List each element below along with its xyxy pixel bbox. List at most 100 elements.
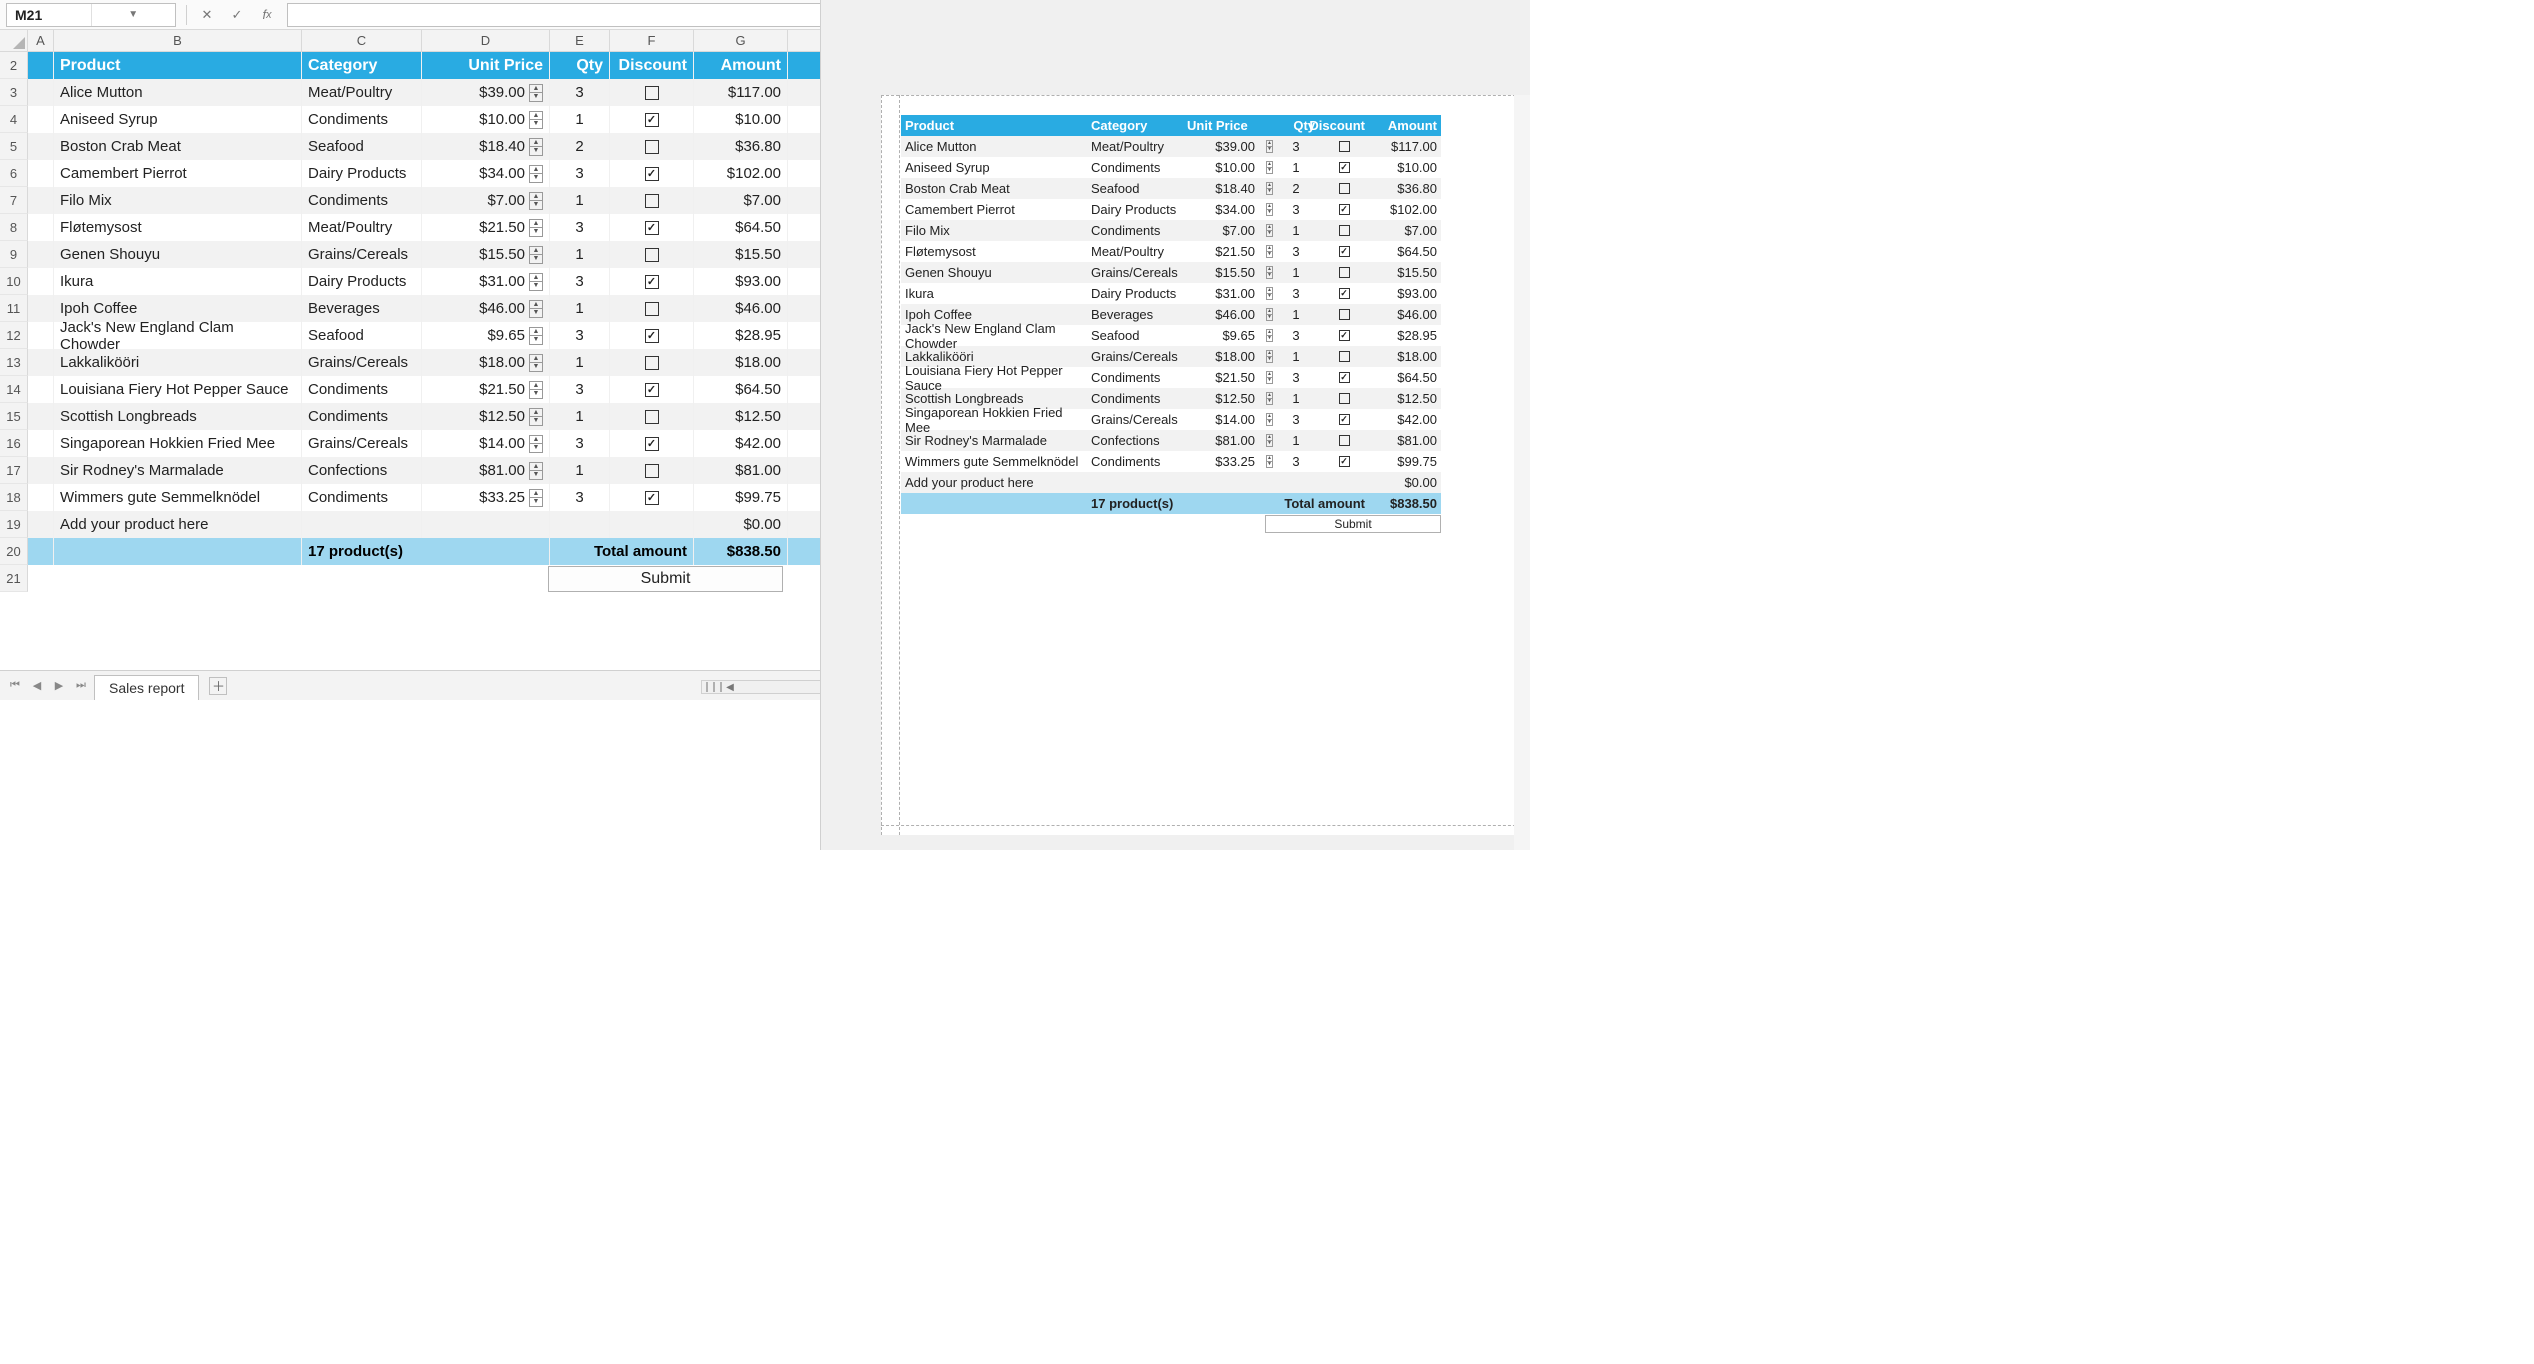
row-header[interactable]: 14 — [0, 376, 28, 403]
cell[interactable]: 3 — [550, 160, 610, 187]
scroll-left-icon[interactable]: ◀ — [723, 682, 737, 693]
cell[interactable]: $21.50▲▼ — [422, 376, 550, 403]
tab-nav-next-icon[interactable]: ▶ — [50, 679, 68, 692]
column-header[interactable]: D — [422, 30, 550, 52]
row-header[interactable]: 11 — [0, 295, 28, 322]
column-header[interactable]: E — [550, 30, 610, 52]
cell[interactable]: $99.75 — [694, 484, 788, 511]
cell[interactable]: 1 — [550, 349, 610, 376]
add-sheet-button[interactable]: ＋ — [209, 677, 227, 695]
cell[interactable]: $64.50 — [694, 376, 788, 403]
cell[interactable]: Product — [54, 52, 302, 79]
qty-spinner[interactable]: ▲▼ — [529, 219, 543, 237]
cell[interactable]: Filo Mix — [54, 187, 302, 214]
cell[interactable]: 17 product(s) — [302, 538, 550, 565]
cell[interactable]: Dairy Products — [302, 268, 422, 295]
cell[interactable]: $12.50▲▼ — [422, 403, 550, 430]
row-header[interactable]: 2 — [0, 52, 28, 79]
cell[interactable] — [610, 79, 694, 106]
cell[interactable]: $18.00▲▼ — [422, 349, 550, 376]
cell[interactable]: $28.95 — [694, 322, 788, 349]
select-all-button[interactable] — [0, 30, 28, 52]
column-header[interactable]: F — [610, 30, 694, 52]
cell[interactable]: $42.00 — [694, 430, 788, 457]
cell[interactable] — [28, 106, 54, 133]
row-header[interactable]: 20 — [0, 538, 28, 565]
cell[interactable]: Genen Shouyu — [54, 241, 302, 268]
cell[interactable]: $18.00 — [694, 349, 788, 376]
cell[interactable]: $102.00 — [694, 160, 788, 187]
cell[interactable] — [28, 187, 54, 214]
cell[interactable]: Condiments — [302, 403, 422, 430]
cell[interactable]: Wimmers gute Semmelknödel — [54, 484, 302, 511]
cell[interactable]: $21.50▲▼ — [422, 214, 550, 241]
cell[interactable]: ✓ — [610, 484, 694, 511]
cell[interactable] — [28, 511, 54, 538]
cell[interactable]: 3 — [550, 376, 610, 403]
cell[interactable]: Grains/Cereals — [302, 430, 422, 457]
discount-checkbox[interactable]: ✓ — [645, 221, 659, 235]
cell[interactable]: Confections — [302, 457, 422, 484]
cell[interactable] — [28, 376, 54, 403]
cell[interactable] — [610, 241, 694, 268]
cell[interactable]: Scottish Longbreads — [54, 403, 302, 430]
row-header[interactable]: 6 — [0, 160, 28, 187]
discount-checkbox[interactable] — [645, 302, 659, 316]
cell[interactable]: Singaporean Hokkien Fried Mee — [54, 430, 302, 457]
cell[interactable]: Seafood — [302, 133, 422, 160]
qty-spinner[interactable]: ▲▼ — [529, 138, 543, 156]
cell[interactable]: $33.25▲▼ — [422, 484, 550, 511]
qty-spinner[interactable]: ▲▼ — [529, 246, 543, 264]
cell[interactable] — [302, 511, 422, 538]
row-header[interactable]: 18 — [0, 484, 28, 511]
cell[interactable]: Beverages — [302, 295, 422, 322]
qty-spinner[interactable]: ▲▼ — [529, 300, 543, 318]
cell[interactable]: Condiments — [302, 484, 422, 511]
name-box[interactable]: M21 ▼ — [6, 3, 176, 27]
cell[interactable]: $34.00▲▼ — [422, 160, 550, 187]
cell[interactable]: $10.00 — [694, 106, 788, 133]
column-header[interactable]: G — [694, 30, 788, 52]
cell[interactable]: Lakkalikööri — [54, 349, 302, 376]
cell[interactable]: Meat/Poultry — [302, 214, 422, 241]
cell[interactable]: Meat/Poultry — [302, 79, 422, 106]
cell[interactable]: Grains/Cereals — [302, 241, 422, 268]
cell[interactable]: $93.00 — [694, 268, 788, 295]
confirm-edit-icon[interactable]: ✓ — [227, 5, 247, 25]
discount-checkbox[interactable] — [645, 410, 659, 424]
cell[interactable]: $117.00 — [694, 79, 788, 106]
qty-spinner[interactable]: ▲▼ — [529, 381, 543, 399]
discount-checkbox[interactable]: ✓ — [645, 491, 659, 505]
cell[interactable]: 3 — [550, 214, 610, 241]
discount-checkbox[interactable]: ✓ — [645, 275, 659, 289]
discount-checkbox[interactable]: ✓ — [645, 329, 659, 343]
cell[interactable]: $7.00 — [694, 187, 788, 214]
qty-spinner[interactable]: ▲▼ — [529, 192, 543, 210]
cell[interactable]: Condiments — [302, 106, 422, 133]
cell[interactable] — [422, 511, 550, 538]
cell[interactable] — [28, 214, 54, 241]
discount-checkbox[interactable] — [645, 86, 659, 100]
row-header[interactable]: 21 — [0, 565, 28, 592]
cell[interactable] — [28, 322, 54, 349]
formula-input[interactable] — [287, 3, 873, 27]
qty-spinner[interactable]: ▲▼ — [529, 84, 543, 102]
cancel-edit-icon[interactable]: ✕ — [197, 5, 217, 25]
cell[interactable] — [28, 295, 54, 322]
cell[interactable]: Alice Mutton — [54, 79, 302, 106]
cell[interactable]: $36.80 — [694, 133, 788, 160]
cell[interactable]: 3 — [550, 268, 610, 295]
cell[interactable]: Aniseed Syrup — [54, 106, 302, 133]
cell[interactable]: ✓ — [610, 376, 694, 403]
discount-checkbox[interactable] — [645, 194, 659, 208]
row-header[interactable]: 8 — [0, 214, 28, 241]
cell[interactable]: ✓ — [610, 268, 694, 295]
cell[interactable]: ✓ — [610, 160, 694, 187]
cell[interactable]: Jack's New England Clam Chowder — [54, 322, 302, 349]
discount-checkbox[interactable]: ✓ — [645, 167, 659, 181]
discount-checkbox[interactable]: ✓ — [645, 437, 659, 451]
cell[interactable]: $12.50 — [694, 403, 788, 430]
cell[interactable] — [28, 430, 54, 457]
qty-spinner[interactable]: ▲▼ — [529, 165, 543, 183]
cell[interactable]: Condiments — [302, 187, 422, 214]
